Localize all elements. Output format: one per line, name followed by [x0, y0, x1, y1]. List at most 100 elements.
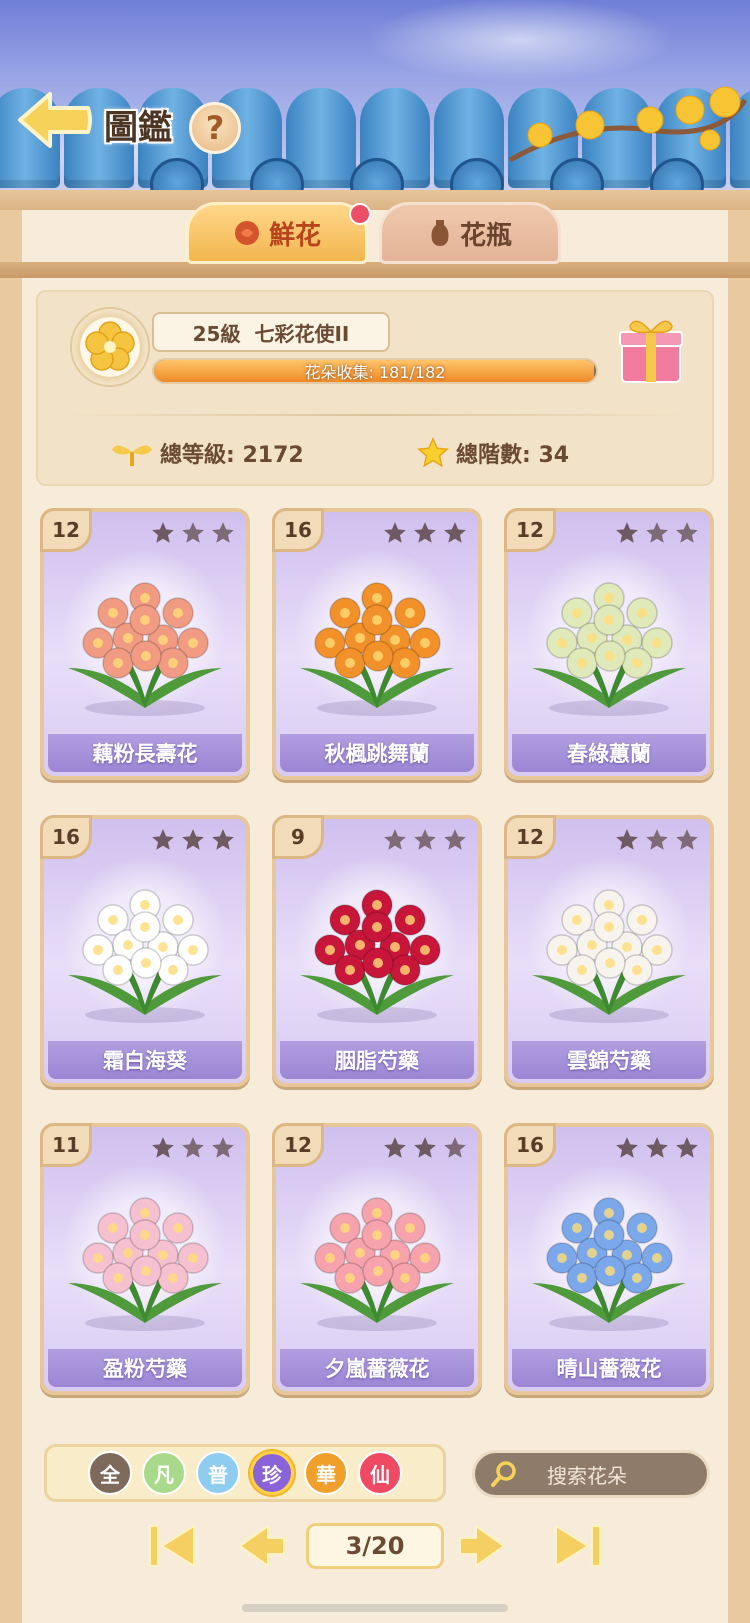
flower-card[interactable]: 12 夕嵐薔薇花 — [272, 1123, 482, 1395]
card-level-badge: 12 — [272, 1123, 324, 1167]
card-flower-name: 霜白海葵 — [48, 1041, 242, 1079]
first-page-icon — [149, 1525, 195, 1567]
frame-bar — [0, 262, 750, 278]
prev-page-button[interactable] — [236, 1520, 288, 1572]
star-icon — [414, 522, 436, 543]
card-flower-name: 秋楓跳舞蘭 — [280, 734, 474, 772]
card-level-badge: 12 — [504, 508, 556, 552]
star-icon — [182, 829, 204, 850]
total-level-stat: 總等級: 2172 — [110, 433, 304, 473]
prev-page-icon — [239, 1525, 285, 1567]
flower-illustration — [68, 1197, 222, 1331]
rarity-filter-chip[interactable]: 凡 — [142, 1451, 186, 1495]
flower-card[interactable]: 16 霜白海葵 — [40, 815, 250, 1087]
card-level-badge: 16 — [40, 815, 92, 859]
flower-illustration — [532, 1197, 686, 1331]
collection-progress-bar: 花朵收集: 181/182 — [152, 358, 598, 384]
star-icon — [646, 522, 668, 543]
flower-card[interactable]: 12 春綠蕙蘭 — [504, 508, 714, 780]
player-level: 25級 — [192, 321, 241, 346]
flower-illustration — [532, 889, 686, 1023]
star-icon — [444, 829, 466, 850]
card-flower-name: 晴山薔薇花 — [512, 1349, 706, 1387]
blossom-branch-decoration — [508, 86, 748, 163]
rarity-filter-chip[interactable]: 普 — [196, 1451, 240, 1495]
star-icon — [646, 829, 668, 850]
star-icon — [384, 829, 406, 850]
card-level-badge: 12 — [40, 508, 92, 552]
first-page-button[interactable] — [146, 1520, 198, 1572]
rose-icon — [234, 221, 259, 245]
card-star-rating — [150, 827, 236, 853]
flower-illustration — [300, 1197, 454, 1331]
card-star-rating — [614, 1135, 700, 1161]
star-icon — [152, 522, 174, 543]
flower-card[interactable]: 12 藕粉長壽花 — [40, 508, 250, 780]
tab-flowers-label: 鮮花 — [268, 220, 321, 251]
card-star-rating — [614, 520, 700, 546]
star-icon — [616, 1137, 638, 1158]
card-level-badge: 12 — [504, 815, 556, 859]
star-icon — [152, 829, 174, 850]
total-stars-stat: 總階數: 34 — [416, 433, 569, 473]
next-page-icon — [459, 1525, 505, 1567]
card-flower-name: 胭脂芍藥 — [280, 1041, 474, 1079]
tab-vases-label: 花瓶 — [459, 220, 512, 251]
star-icon — [212, 1137, 234, 1158]
card-star-rating — [150, 520, 236, 546]
star-icon — [444, 522, 466, 543]
level-badge — [70, 307, 150, 387]
total-level-label: 總等級: 2172 — [160, 443, 304, 468]
card-level-badge: 11 — [40, 1123, 92, 1167]
rarity-filter-chip[interactable]: 華 — [304, 1451, 348, 1495]
flower-card[interactable]: 11 盈粉芍藥 — [40, 1123, 250, 1395]
card-flower-name: 藕粉長壽花 — [48, 734, 242, 772]
summary-divider — [60, 414, 690, 416]
gift-icon — [619, 320, 683, 383]
star-icon — [676, 1137, 698, 1158]
card-star-rating — [614, 827, 700, 853]
total-stars-label: 總階數: 34 — [456, 443, 570, 468]
star-icon — [676, 522, 698, 543]
star-icon — [384, 522, 406, 543]
flower-illustration — [68, 582, 222, 716]
notification-dot — [349, 203, 371, 225]
card-star-rating — [382, 827, 468, 853]
card-level-badge: 16 — [272, 508, 324, 552]
rarity-filter-bar: 全凡普珍華仙 — [44, 1444, 446, 1502]
card-flower-name: 春綠蕙蘭 — [512, 734, 706, 772]
last-page-icon — [555, 1525, 601, 1567]
last-page-button[interactable] — [552, 1520, 604, 1572]
flower-card[interactable]: 16 晴山薔薇花 — [504, 1123, 714, 1395]
tab-flowers[interactable]: 鮮花 — [186, 202, 368, 264]
search-input[interactable]: 搜索花朵 — [472, 1450, 710, 1498]
card-level-badge: 9 — [272, 815, 324, 859]
flower-illustration — [68, 889, 222, 1023]
rarity-filter-chip[interactable]: 仙 — [358, 1451, 402, 1495]
star-icon — [384, 1137, 406, 1158]
rarity-filter-chip[interactable]: 珍 — [250, 1451, 294, 1495]
flower-card[interactable]: 12 雲錦芍藥 — [504, 815, 714, 1087]
help-button[interactable]: ? — [189, 102, 241, 154]
gift-box-button[interactable] — [616, 310, 686, 386]
card-flower-name: 盈粉芍藥 — [48, 1349, 242, 1387]
rank-tag: 25級 七彩花使II — [152, 312, 390, 352]
back-button[interactable] — [16, 88, 94, 152]
flower-card[interactable]: 9 胭脂芍藥 — [272, 815, 482, 1087]
tab-vases[interactable]: 花瓶 — [379, 202, 561, 264]
star-icon — [414, 1137, 436, 1158]
flower-illustration — [300, 582, 454, 716]
plum-blossom-icon — [85, 321, 135, 371]
next-page-button[interactable] — [456, 1520, 508, 1572]
star-icon — [212, 829, 234, 850]
star-icon — [182, 1137, 204, 1158]
star-icon — [444, 1137, 466, 1158]
rarity-filter-chip[interactable]: 全 — [88, 1451, 132, 1495]
star-icon — [182, 522, 204, 543]
star-icon — [417, 437, 449, 468]
flower-card[interactable]: 16 秋楓跳舞蘭 — [272, 508, 482, 780]
vase-icon — [431, 220, 449, 246]
star-icon — [646, 1137, 668, 1158]
home-indicator — [242, 1604, 508, 1612]
card-level-badge: 16 — [504, 1123, 556, 1167]
